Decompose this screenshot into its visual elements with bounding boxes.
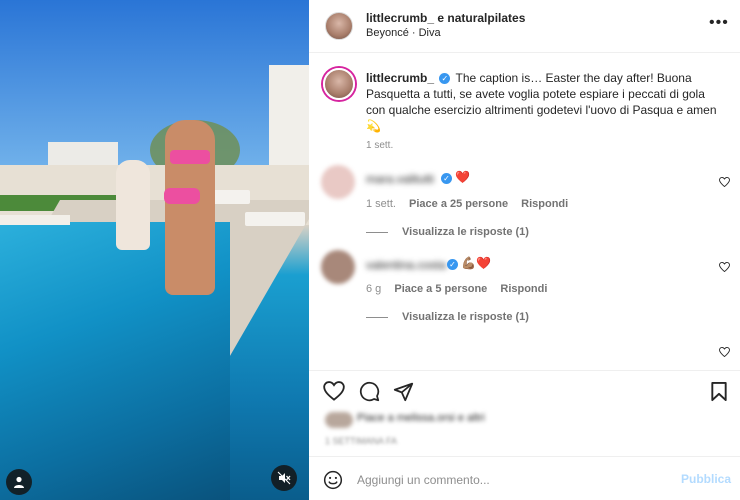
media-swimsuit: [170, 150, 210, 164]
view-replies-button[interactable]: Visualizza le risposte (1): [366, 226, 529, 238]
post-actions-bar: [309, 370, 740, 410]
header-username[interactable]: littlecrumb_ e naturalpilates: [366, 11, 525, 25]
user-icon: [14, 476, 24, 488]
comment-avatar[interactable]: [321, 165, 355, 199]
comment-time[interactable]: 6 g: [366, 283, 381, 295]
tagged-users-button[interactable]: [6, 469, 32, 495]
mute-button[interactable]: [271, 465, 297, 491]
caption-time[interactable]: 1 sett.: [366, 140, 393, 151]
verified-badge-icon: ✓: [439, 73, 451, 85]
media-person: [165, 120, 215, 295]
verified-badge-icon: ✓: [441, 173, 452, 184]
share-send-icon[interactable]: [391, 379, 415, 403]
divider-line: [366, 231, 388, 233]
more-horizontal-icon[interactable]: •••: [709, 14, 729, 32]
post-date[interactable]: 1 SETTIMANA FA: [325, 436, 397, 446]
verified-badge-icon: ✓: [447, 259, 458, 270]
media-swimsuit: [164, 188, 200, 204]
audio-track-link[interactable]: Beyoncé · Diva: [366, 27, 441, 39]
comment-likes[interactable]: Piace a 25 persone: [409, 198, 508, 210]
add-comment-bar: Pubblica: [309, 456, 740, 500]
avatar[interactable]: [325, 12, 353, 40]
comment-username[interactable]: mara.valitutti: [366, 172, 434, 186]
comment-meta: 6 g Piace a 5 persone Rispondi: [366, 283, 557, 295]
caption-avatar[interactable]: [323, 68, 355, 100]
post-caption: littlecrumb_ ✓ The caption is… Easter th…: [366, 70, 726, 134]
comment-time[interactable]: 1 sett.: [366, 198, 396, 210]
post-details-panel: littlecrumb_ e naturalpilates Beyoncé · …: [309, 0, 740, 500]
speaker-muted-icon: [277, 471, 291, 485]
comment-bubble-icon[interactable]: [357, 379, 381, 403]
like-comment-heart-icon[interactable]: [719, 261, 730, 275]
reply-button[interactable]: Rispondi: [500, 283, 547, 295]
emoji-icon[interactable]: [323, 470, 343, 490]
comment-input[interactable]: [357, 471, 657, 489]
comment-avatar[interactable]: [321, 250, 355, 284]
like-comment-heart-icon[interactable]: [719, 176, 730, 190]
publish-button[interactable]: Pubblica: [681, 472, 731, 486]
like-comment-heart-icon[interactable]: [719, 346, 730, 360]
media-pool-edge: [0, 215, 70, 225]
view-replies-button[interactable]: Visualizza le risposte (1): [366, 311, 529, 323]
likes-avatars: [325, 412, 353, 428]
view-replies-label: Visualizza le risposte (1): [402, 226, 529, 238]
media-person: [116, 160, 150, 250]
caption-username[interactable]: littlecrumb_: [366, 71, 434, 85]
comment-likes[interactable]: Piace a 5 persone: [394, 283, 487, 295]
media-lounger: [245, 212, 305, 226]
comment-emoji: ❤️: [455, 170, 470, 184]
view-replies-label: Visualizza le risposte (1): [402, 311, 529, 323]
reply-button[interactable]: Rispondi: [521, 198, 568, 210]
post-media-video[interactable]: [0, 0, 309, 500]
like-heart-icon[interactable]: [322, 379, 346, 403]
post-header: littlecrumb_ e naturalpilates Beyoncé · …: [309, 0, 740, 53]
divider-line: [366, 316, 388, 318]
comment-username[interactable]: valentina.costa: [366, 258, 446, 272]
comment-meta: 1 sett. Piace a 25 persone Rispondi: [366, 198, 578, 210]
bookmark-icon[interactable]: [707, 379, 731, 403]
likes-summary[interactable]: Piace a melissa.orsi e altri: [357, 412, 485, 424]
comment-emoji: 💪🏽❤️: [461, 256, 491, 270]
